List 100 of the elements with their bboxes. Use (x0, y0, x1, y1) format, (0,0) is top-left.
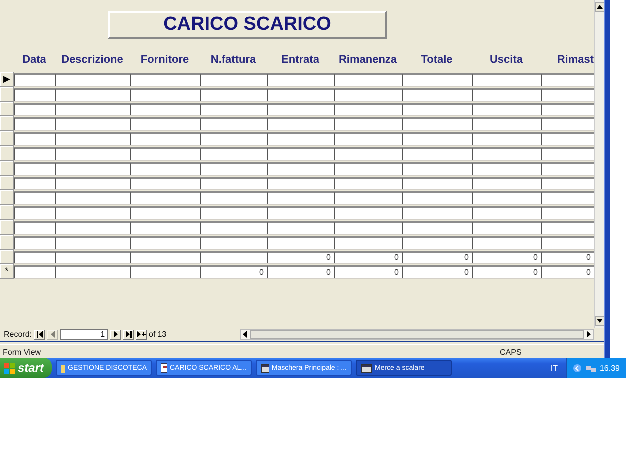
input-field[interactable] (55, 265, 130, 280)
input-field[interactable] (200, 146, 267, 161)
input-field[interactable] (130, 146, 200, 161)
input-field[interactable] (14, 220, 55, 235)
language-indicator[interactable]: IT (550, 364, 558, 372)
input-field[interactable] (472, 236, 541, 250)
input-field[interactable]: 0 (267, 265, 334, 280)
input-field[interactable] (55, 73, 130, 87)
input-field[interactable] (541, 176, 594, 190)
input-field[interactable] (14, 236, 55, 250)
input-field[interactable] (14, 265, 55, 280)
input-field[interactable] (14, 73, 55, 87)
input-field[interactable] (130, 220, 200, 235)
input-field[interactable] (200, 191, 267, 206)
input-field[interactable] (14, 146, 55, 161)
input-field[interactable] (55, 102, 130, 116)
input-field[interactable] (267, 176, 334, 190)
input-field[interactable] (200, 162, 267, 176)
input-field[interactable] (14, 162, 55, 176)
record-number-field[interactable]: 1 (60, 329, 108, 340)
record-selector[interactable] (0, 250, 14, 264)
input-field[interactable] (402, 102, 472, 116)
input-field[interactable] (267, 220, 334, 235)
input-field[interactable] (472, 73, 541, 87)
input-field[interactable] (472, 162, 541, 176)
input-field[interactable] (472, 117, 541, 132)
input-field[interactable] (55, 220, 130, 235)
input-field[interactable] (267, 102, 334, 116)
input-field[interactable] (541, 206, 594, 220)
input-field[interactable] (472, 102, 541, 116)
input-field[interactable] (334, 73, 402, 87)
input-field[interactable] (472, 132, 541, 146)
input-field[interactable] (402, 220, 472, 235)
input-field[interactable] (334, 220, 402, 235)
input-field[interactable] (267, 162, 334, 176)
input-field[interactable] (130, 191, 200, 206)
input-field[interactable] (200, 206, 267, 220)
input-field[interactable] (55, 132, 130, 146)
input-field[interactable] (55, 146, 130, 161)
vertical-scrollbar[interactable] (594, 0, 605, 328)
input-field[interactable]: 0 (402, 250, 472, 264)
input-field[interactable] (267, 132, 334, 146)
input-field[interactable] (472, 176, 541, 190)
next-record-button[interactable] (110, 330, 122, 340)
input-field[interactable] (200, 117, 267, 132)
input-field[interactable] (402, 73, 472, 87)
input-field[interactable] (267, 117, 334, 132)
record-selector[interactable] (0, 176, 14, 190)
input-field[interactable] (402, 206, 472, 220)
input-field[interactable] (200, 176, 267, 190)
input-field[interactable] (130, 73, 200, 87)
input-field[interactable] (55, 176, 130, 190)
input-field[interactable]: 0 (334, 250, 402, 264)
input-field[interactable] (334, 146, 402, 161)
input-field[interactable]: 0 (200, 265, 267, 280)
input-field[interactable] (55, 236, 130, 250)
record-selector[interactable] (0, 146, 14, 161)
input-field[interactable] (541, 102, 594, 116)
input-field[interactable] (402, 117, 472, 132)
input-field[interactable] (14, 117, 55, 132)
input-field[interactable] (200, 73, 267, 87)
input-field[interactable] (130, 117, 200, 132)
input-field[interactable] (14, 132, 55, 146)
input-field[interactable] (402, 146, 472, 161)
input-field[interactable] (402, 162, 472, 176)
new-record-button[interactable] (136, 330, 148, 340)
input-field[interactable] (541, 162, 594, 176)
input-field[interactable] (14, 176, 55, 190)
input-field[interactable] (334, 236, 402, 250)
input-field[interactable] (472, 88, 541, 102)
record-selector[interactable]: ▶ (0, 72, 14, 87)
first-record-button[interactable] (34, 330, 46, 340)
record-selector[interactable] (0, 205, 14, 220)
record-selector[interactable] (0, 190, 14, 206)
input-field[interactable] (541, 146, 594, 161)
input-field[interactable] (541, 73, 594, 87)
input-field[interactable] (334, 162, 402, 176)
input-field[interactable]: 0 (541, 265, 594, 280)
input-field[interactable] (55, 117, 130, 132)
input-field[interactable] (14, 191, 55, 206)
input-field[interactable] (130, 88, 200, 102)
last-record-button[interactable] (123, 330, 134, 340)
input-field[interactable] (130, 162, 200, 176)
input-field[interactable] (334, 117, 402, 132)
input-field[interactable] (541, 220, 594, 235)
input-field[interactable] (402, 132, 472, 146)
input-field[interactable] (267, 88, 334, 102)
input-field[interactable] (55, 250, 130, 264)
input-field[interactable] (130, 250, 200, 264)
input-field[interactable] (130, 236, 200, 250)
input-field[interactable] (334, 206, 402, 220)
record-selector[interactable] (0, 234, 14, 250)
input-field[interactable] (402, 88, 472, 102)
input-field[interactable]: 0 (472, 265, 541, 280)
input-field[interactable] (472, 206, 541, 220)
record-selector[interactable] (0, 116, 14, 132)
record-selector[interactable]: * (0, 264, 14, 280)
input-field[interactable] (130, 102, 200, 116)
input-field[interactable] (200, 250, 267, 264)
input-field[interactable] (200, 220, 267, 235)
